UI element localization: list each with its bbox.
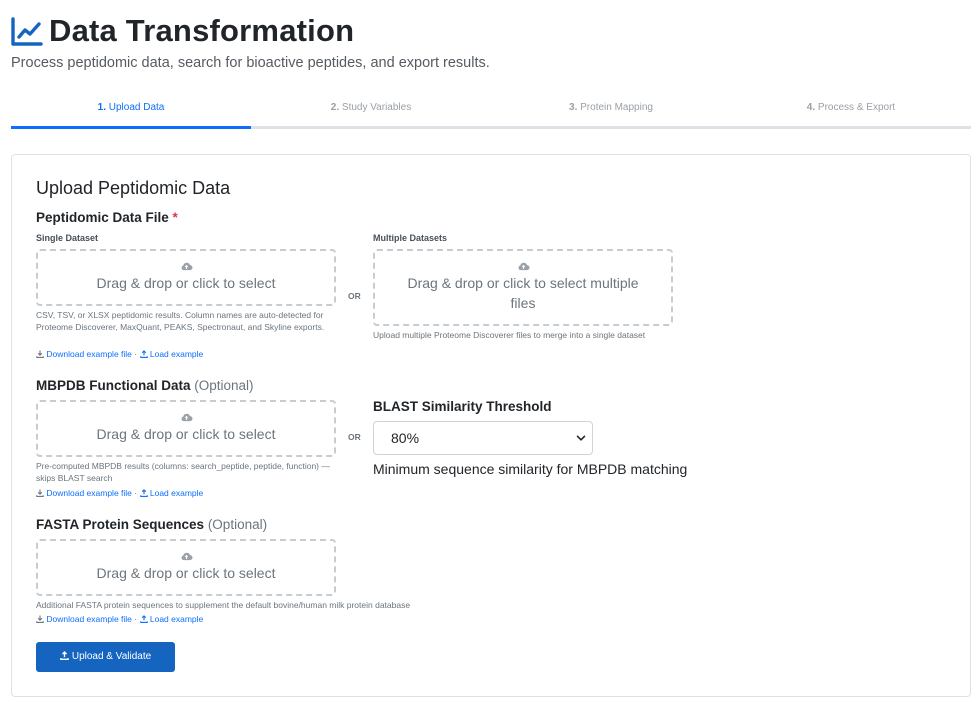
blast-threshold-help: Minimum sequence similarity for MBPDB ma… [373, 461, 688, 477]
upload-icon [139, 489, 148, 497]
link-separator: · [134, 614, 138, 624]
page-title: Data Transformation [49, 13, 355, 48]
load-example-link[interactable]: Load example [150, 488, 203, 498]
tab-number: 4. [806, 102, 816, 113]
download-example-link[interactable]: Download example file [46, 488, 132, 498]
tab-label: Upload Data [108, 102, 165, 113]
single-dataset-links: Download example file · Load example [36, 349, 203, 359]
single-dataset-help: CSV, TSV, or XLSX peptidomic results. Co… [36, 310, 325, 332]
mbpdb-links: Download example file · Load example [36, 488, 203, 498]
tab-label: Protein Mapping [580, 102, 653, 113]
step-tabs: 1. Upload Data 2. Study Variables 3. Pro… [11, 98, 971, 130]
dropzone-text: Drag & drop or click to select [96, 275, 276, 291]
load-example-link[interactable]: Load example [150, 614, 203, 624]
mbpdb-label-text: MBPDB Functional Data [36, 378, 191, 393]
cloud-upload-icon [181, 413, 193, 422]
page-subtitle: Process peptidomic data, search for bioa… [11, 55, 490, 71]
upload-validate-label: Upload & Validate [71, 651, 152, 662]
chevron-down-icon [576, 435, 586, 441]
fasta-label: FASTA Protein Sequences (Optional) [36, 517, 267, 532]
upload-icon [60, 651, 69, 660]
upload-icon [139, 615, 148, 623]
fasta-links: Download example file · Load example [36, 614, 203, 624]
fasta-label-text: FASTA Protein Sequences [36, 517, 205, 532]
cloud-upload-icon [181, 552, 193, 561]
download-icon [36, 350, 44, 358]
line-chart-icon [11, 17, 43, 46]
blast-threshold-label: BLAST Similarity Threshold [373, 399, 552, 414]
peptidomic-label-text: Peptidomic Data File [36, 210, 169, 225]
link-separator: · [134, 488, 138, 498]
tab-label: Study Variables [341, 102, 412, 113]
single-dataset-dropzone[interactable]: Drag & drop or click to select [36, 249, 336, 306]
or-divider: OR [348, 432, 361, 442]
upload-icon [139, 350, 148, 358]
blast-threshold-value: 80% [391, 430, 420, 446]
card-title: Upload Peptidomic Data [36, 178, 231, 198]
download-example-link[interactable]: Download example file [46, 614, 132, 624]
multiple-datasets-help: Upload multiple Proteome Discoverer file… [373, 330, 646, 340]
or-divider: OR [348, 291, 361, 301]
tab-number: 3. [569, 102, 578, 113]
tab-number: 1. [97, 102, 106, 113]
mbpdb-help: Pre-computed MBPDB results (columns: sea… [36, 461, 330, 483]
mbpdb-dropzone[interactable]: Drag & drop or click to select [36, 400, 336, 457]
mbpdb-label: MBPDB Functional Data (Optional) [36, 378, 254, 393]
dropzone-text: Drag & drop or click to select [96, 565, 276, 581]
load-example-link[interactable]: Load example [150, 349, 203, 359]
blast-threshold-select[interactable]: 80% [373, 421, 593, 455]
dropzone-text: Drag & drop or click to select multiple … [407, 275, 639, 311]
download-example-link[interactable]: Download example file [46, 349, 132, 359]
required-mark: * [172, 210, 178, 225]
fasta-dropzone[interactable]: Drag & drop or click to select [36, 539, 336, 596]
link-separator: · [134, 349, 138, 359]
optional-tag: (Optional) [207, 517, 268, 532]
cloud-upload-icon [518, 262, 530, 271]
tab-active-indicator [11, 126, 251, 129]
tab-label: Process & Export [817, 102, 896, 113]
optional-tag: (Optional) [194, 378, 254, 393]
peptidomic-label: Peptidomic Data File * [36, 210, 178, 225]
download-icon [36, 615, 44, 623]
tab-number: 2. [330, 102, 340, 113]
multiple-datasets-label: Multiple Datasets [373, 233, 448, 243]
multiple-datasets-dropzone[interactable]: Drag & drop or click to select multiple … [373, 249, 673, 326]
cloud-upload-icon [181, 262, 193, 271]
fasta-help: Additional FASTA protein sequences to su… [36, 600, 411, 610]
download-icon [36, 489, 44, 497]
upload-validate-button[interactable]: Upload & Validate [36, 642, 175, 672]
dropzone-text: Drag & drop or click to select [96, 426, 276, 442]
single-dataset-label: Single Dataset [36, 233, 99, 243]
